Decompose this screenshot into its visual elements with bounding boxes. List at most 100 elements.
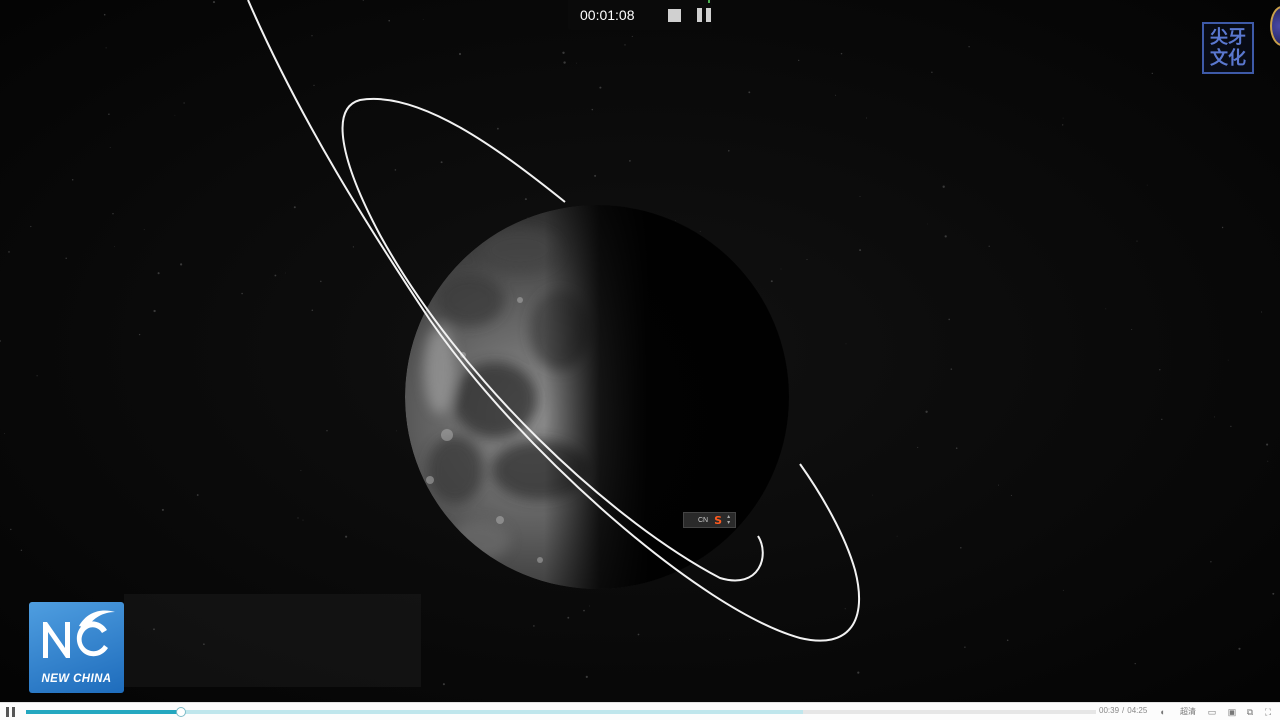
star	[624, 44, 626, 46]
star	[563, 61, 566, 64]
ime-arrows-icon[interactable]: ▴ ▾	[727, 514, 730, 526]
progress-bar[interactable]	[26, 707, 1096, 717]
window-icon[interactable]: ⧉	[1244, 707, 1256, 717]
star	[960, 546, 962, 549]
star	[1272, 592, 1275, 595]
quality-label[interactable]: 超清	[1178, 707, 1198, 717]
star	[138, 333, 141, 336]
star	[326, 430, 328, 432]
ime-language: CN	[698, 516, 709, 524]
star	[285, 272, 287, 274]
star	[394, 169, 397, 171]
star	[320, 280, 322, 283]
star	[297, 517, 299, 519]
star	[497, 127, 499, 130]
star	[241, 292, 243, 295]
star	[927, 223, 929, 225]
screen-recorder-bar: 00:01:08	[568, 0, 712, 30]
star	[161, 508, 164, 511]
star	[998, 484, 999, 486]
star	[345, 535, 348, 538]
star	[1159, 369, 1161, 371]
star	[396, 430, 397, 432]
star	[925, 410, 928, 413]
star	[4, 433, 6, 435]
danmaku-icon[interactable]: ▭	[1206, 707, 1218, 717]
video-frame[interactable]: 00:01:08 尖牙 文化 CN S ▴ ▾ NEW CHINA	[0, 0, 1280, 702]
current-time: 00:39	[1099, 706, 1120, 715]
stop-icon[interactable]	[668, 8, 681, 22]
screenshot-icon[interactable]: ▣	[1226, 707, 1238, 717]
star	[562, 51, 565, 54]
star	[964, 646, 966, 648]
star	[857, 671, 860, 674]
sogou-logo-icon: S	[714, 513, 723, 527]
star	[917, 446, 919, 448]
star	[1134, 662, 1136, 665]
watermark-line1: 尖牙	[1210, 27, 1246, 48]
star	[988, 245, 990, 247]
star	[302, 519, 304, 521]
star	[835, 94, 837, 96]
played-progress	[26, 710, 182, 714]
star	[798, 59, 800, 62]
volume-icon[interactable]: ◖	[1156, 707, 1168, 717]
star	[1146, 184, 1148, 186]
star	[840, 52, 843, 55]
star	[30, 225, 32, 228]
star	[896, 535, 898, 537]
nc-logo-mark	[43, 610, 115, 658]
star	[1267, 460, 1269, 462]
star	[1131, 328, 1133, 331]
fullscreen-icon[interactable]: ⛶	[1262, 707, 1274, 717]
star	[1221, 226, 1224, 229]
star	[599, 86, 602, 89]
duration: 04:25	[1127, 706, 1148, 715]
time-separator: /	[1122, 706, 1125, 715]
arrow-down-icon: ▾	[727, 520, 731, 526]
star	[1238, 647, 1241, 650]
star	[36, 375, 38, 377]
star	[8, 251, 10, 253]
star	[1261, 311, 1263, 313]
star	[637, 633, 640, 636]
star	[103, 13, 106, 16]
star	[1062, 589, 1064, 591]
star	[440, 161, 443, 164]
star	[944, 235, 947, 238]
star	[300, 469, 302, 471]
star	[533, 625, 535, 627]
star	[859, 196, 861, 198]
star	[293, 206, 296, 209]
star	[183, 102, 185, 104]
star	[931, 71, 933, 74]
star	[748, 91, 751, 94]
star	[1266, 443, 1269, 446]
star	[157, 272, 160, 275]
time-display: 00:39/04:25	[1099, 706, 1147, 715]
pause-icon[interactable]	[6, 707, 15, 717]
star	[524, 198, 527, 201]
star	[458, 52, 462, 56]
ime-status-bar[interactable]: CN S ▴ ▾	[683, 512, 736, 528]
star	[729, 639, 731, 640]
star	[955, 447, 958, 450]
star	[1210, 561, 1212, 563]
star	[422, 18, 424, 20]
star	[352, 246, 354, 248]
star	[968, 46, 970, 48]
star	[311, 309, 314, 311]
star	[10, 528, 12, 531]
star	[313, 84, 315, 86]
star	[112, 213, 114, 215]
star	[274, 274, 277, 277]
star	[20, 549, 23, 551]
star	[143, 229, 145, 231]
star	[942, 185, 945, 188]
pause-icon[interactable]	[697, 8, 711, 22]
star	[65, 257, 67, 260]
star	[108, 113, 110, 115]
star	[174, 114, 176, 116]
star	[845, 343, 847, 345]
progress-thumb[interactable]	[176, 707, 187, 717]
